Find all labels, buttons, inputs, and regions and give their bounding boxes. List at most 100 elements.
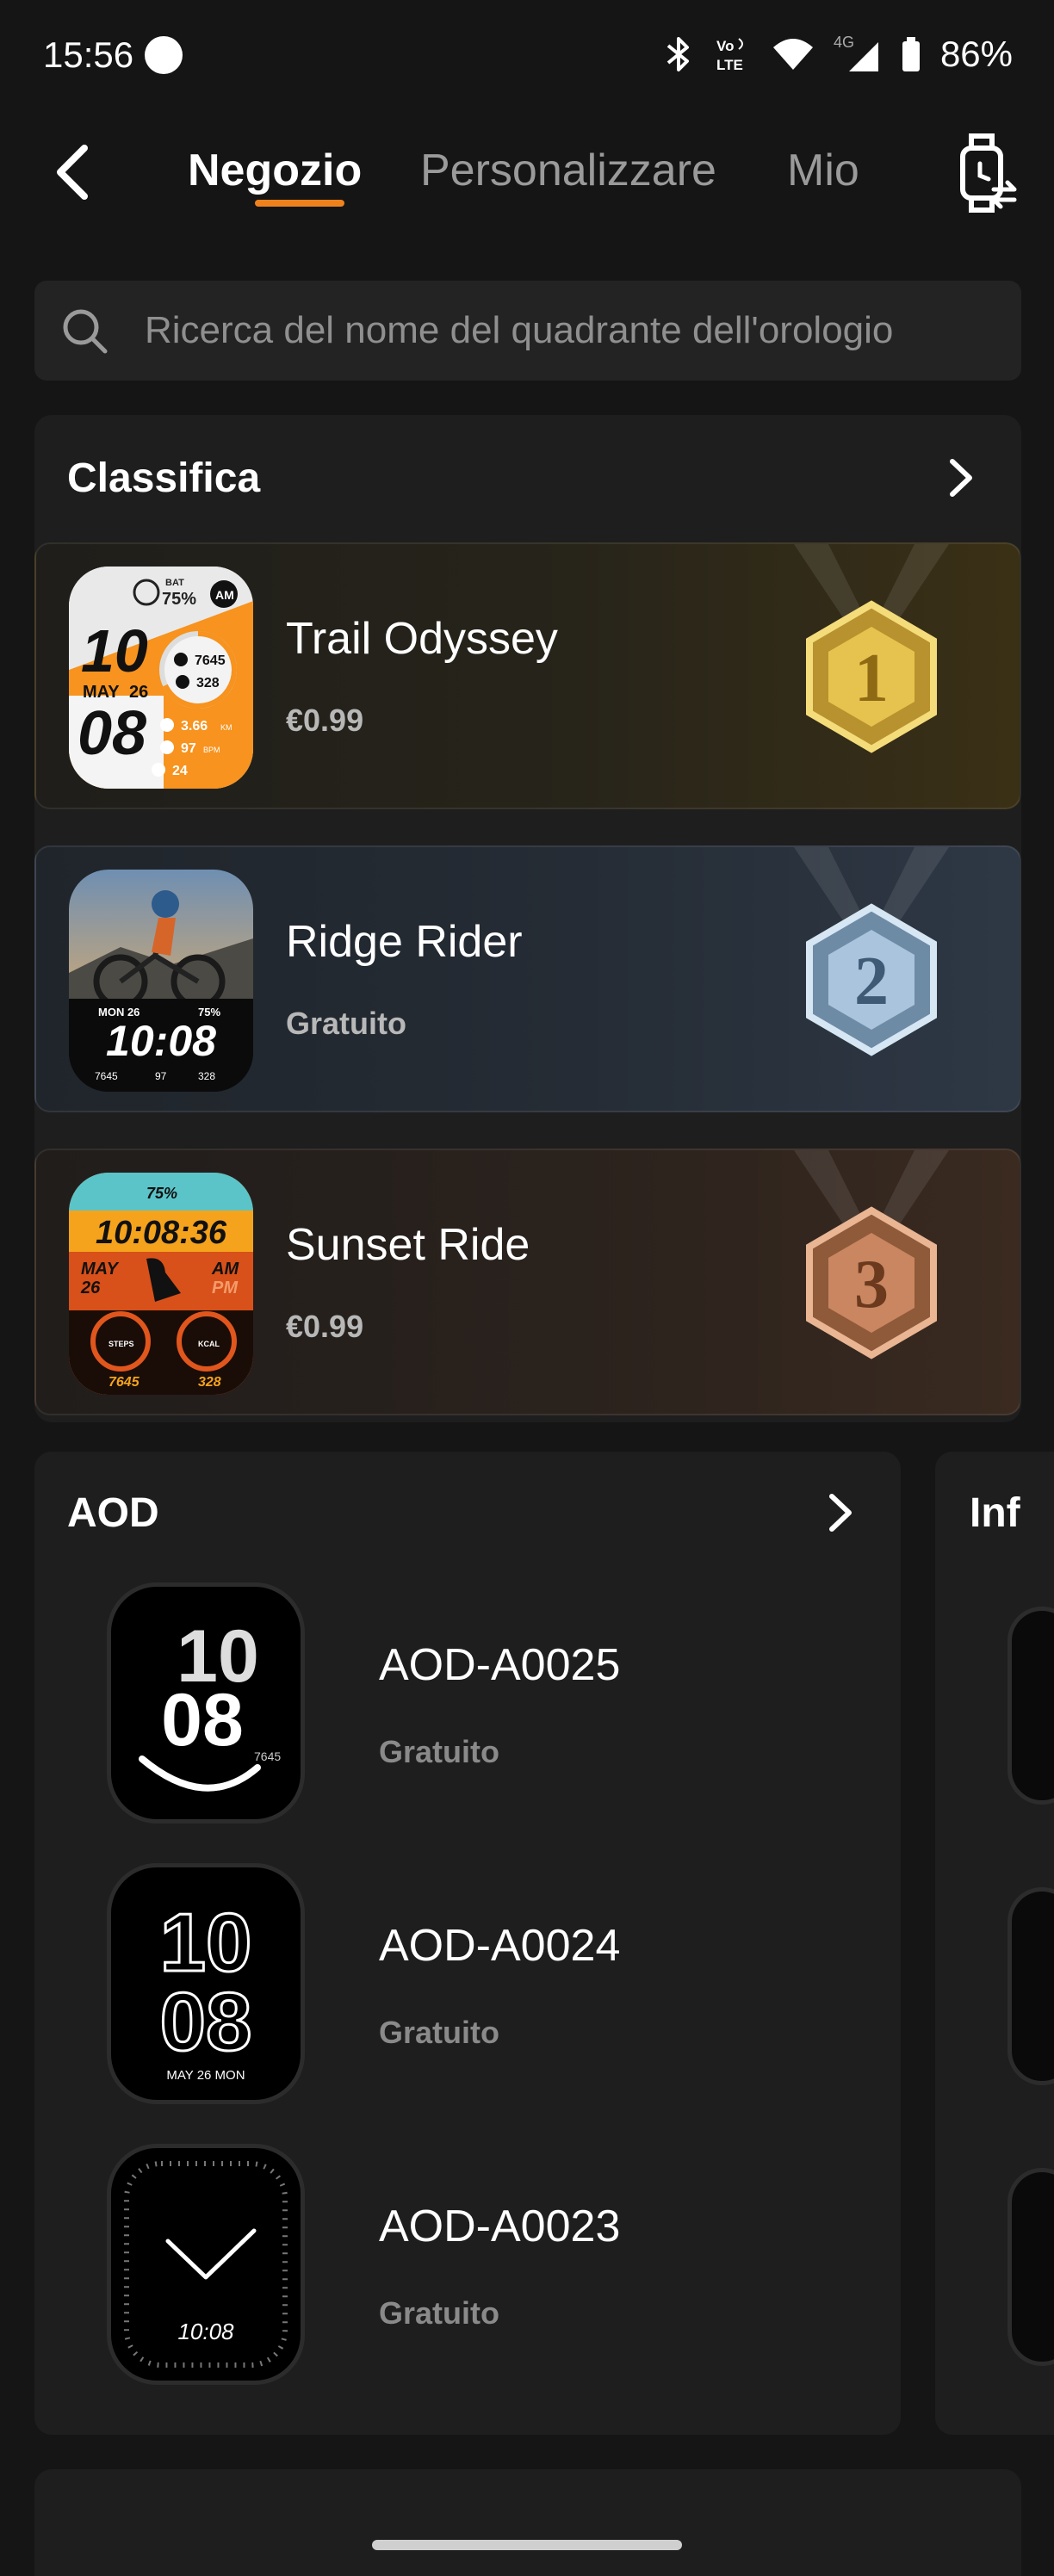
aod-title: AOD bbox=[67, 1490, 159, 1536]
svg-text:7645: 7645 bbox=[108, 1375, 140, 1390]
aod-price: Gratuito bbox=[379, 2295, 499, 2331]
cellular-signal-icon: 4G bbox=[834, 35, 878, 71]
ridge-rider-face: MON 26 75% 10:08 7645 97 328 bbox=[69, 870, 253, 1092]
svg-text:2: 2 bbox=[854, 944, 889, 1019]
bluetooth-icon bbox=[666, 37, 689, 71]
svg-text:7645: 7645 bbox=[254, 1749, 281, 1763]
svg-text:7645: 7645 bbox=[95, 1070, 118, 1082]
svg-text:10:08: 10:08 bbox=[177, 2319, 234, 2344]
trail-odyssey-face: BAT 75% AM 10 MAY 26 08 7645 328 3.66 KM… bbox=[69, 567, 253, 789]
svg-text:328: 328 bbox=[196, 676, 220, 690]
ranking-more-chevron-icon[interactable] bbox=[944, 456, 978, 499]
svg-text:AM: AM bbox=[211, 1260, 239, 1279]
watch-switch-icon[interactable] bbox=[952, 129, 1021, 215]
sunset-ride-face: 75% 10:08:36 MAY 26 AM PM STEPS KCAL 764… bbox=[69, 1173, 253, 1395]
svg-text:AM: AM bbox=[215, 588, 234, 602]
tab-negozio[interactable]: Negozio bbox=[188, 145, 362, 196]
status-icons: Vo LTE 4G 86% bbox=[663, 33, 1013, 76]
top-nav: Negozio Personalizzare Mio bbox=[0, 121, 1054, 232]
svg-text:08: 08 bbox=[161, 1679, 244, 1762]
ranking-item-3[interactable]: 75% 10:08:36 MAY 26 AM PM STEPS KCAL 764… bbox=[34, 1149, 1021, 1415]
ranking-item-1[interactable]: BAT 75% AM 10 MAY 26 08 7645 328 3.66 KM… bbox=[34, 542, 1021, 809]
aod-name: AOD-A0025 bbox=[379, 1640, 621, 1690]
watch-face-price: Gratuito bbox=[286, 1006, 406, 1041]
svg-text:BAT: BAT bbox=[165, 578, 184, 588]
svg-text:3.66: 3.66 bbox=[181, 719, 208, 734]
svg-text:4G: 4G bbox=[834, 35, 854, 51]
aod-name: AOD-A0023 bbox=[379, 2201, 621, 2251]
svg-text:3: 3 bbox=[854, 1247, 889, 1322]
screen: 15:56 Vo LTE 4G 86% Negozio Personalizzar… bbox=[0, 0, 1054, 2576]
svg-text:75%: 75% bbox=[162, 590, 196, 609]
svg-text:KM: KM bbox=[220, 723, 232, 732]
home-indicator[interactable] bbox=[372, 2540, 682, 2550]
aod-face-thumbnail-partial bbox=[1008, 1887, 1054, 2085]
aod-item-2[interactable]: 10 08 MAY 26 MON AOD-A0024 Gratuito bbox=[107, 1863, 882, 2104]
watch-face-price: €0.99 bbox=[286, 1309, 364, 1344]
svg-text:08: 08 bbox=[78, 699, 146, 768]
svg-text:1: 1 bbox=[854, 641, 889, 716]
aod-name: AOD-A0024 bbox=[379, 1921, 621, 1971]
aod-item-3[interactable]: 10:08 AOD-A0023 Gratuito bbox=[107, 2144, 882, 2385]
svg-text:LTE: LTE bbox=[716, 57, 743, 73]
tab-personalizzare[interactable]: Personalizzare bbox=[420, 145, 716, 196]
svg-text:STEPS: STEPS bbox=[108, 1340, 134, 1348]
wifi-icon bbox=[772, 39, 813, 70]
gold-medal-icon: 1 bbox=[794, 544, 949, 753]
aod-face-thumbnail-partial bbox=[1008, 1607, 1054, 1805]
svg-text:10: 10 bbox=[160, 1897, 252, 1989]
svg-text:97: 97 bbox=[155, 1070, 167, 1082]
svg-text:PM: PM bbox=[212, 1279, 239, 1297]
aod-more-chevron-icon[interactable] bbox=[823, 1491, 858, 1534]
status-bar: 15:56 Vo LTE 4G 86% bbox=[0, 0, 1054, 112]
svg-text:24: 24 bbox=[172, 764, 188, 778]
aod-section: AOD 10 08 7645 AOD-A0025 Gratuito 10 08 bbox=[34, 1452, 901, 2435]
search-input[interactable] bbox=[145, 281, 989, 381]
notification-dot-icon bbox=[145, 36, 183, 74]
svg-text:MAY 26 MON: MAY 26 MON bbox=[166, 2068, 245, 2083]
svg-text:10:08: 10:08 bbox=[106, 1017, 216, 1065]
svg-text:MAY: MAY bbox=[81, 1260, 120, 1279]
svg-text:26: 26 bbox=[80, 1279, 101, 1297]
svg-text:BPM: BPM bbox=[203, 746, 220, 754]
bronze-medal-icon: 3 bbox=[794, 1150, 949, 1359]
battery-percentage: 86% bbox=[939, 34, 1013, 74]
svg-text:97: 97 bbox=[181, 741, 196, 756]
svg-text:Vo: Vo bbox=[716, 38, 734, 54]
svg-text:KCAL: KCAL bbox=[198, 1340, 220, 1348]
watch-face-name: Sunset Ride bbox=[286, 1220, 530, 1270]
svg-text:10:08:36: 10:08:36 bbox=[96, 1215, 227, 1251]
status-time: 15:56 bbox=[43, 34, 134, 75]
back-arrow-icon[interactable] bbox=[48, 138, 100, 207]
aod-price: Gratuito bbox=[379, 1734, 499, 1769]
tab-mio[interactable]: Mio bbox=[787, 145, 859, 196]
aod-face-thumbnail: 10 08 7645 bbox=[107, 1582, 305, 1824]
watch-face-name: Ridge Rider bbox=[286, 917, 523, 967]
aod-price: Gratuito bbox=[379, 2015, 499, 2050]
info-section-title: Inf bbox=[970, 1490, 1020, 1536]
ranking-item-2[interactable]: MON 26 75% 10:08 7645 97 328 Ridge Rider… bbox=[34, 845, 1021, 1112]
battery-icon bbox=[902, 37, 920, 71]
silver-medal-icon: 2 bbox=[794, 847, 949, 1056]
svg-text:328: 328 bbox=[198, 1070, 215, 1082]
search-bar[interactable] bbox=[34, 281, 1021, 381]
watch-face-thumbnail: BAT 75% AM 10 MAY 26 08 7645 328 3.66 KM… bbox=[69, 567, 253, 789]
next-section-partial bbox=[34, 2469, 1021, 2576]
svg-text:10: 10 bbox=[81, 617, 148, 684]
watch-face-price: €0.99 bbox=[286, 703, 364, 738]
svg-text:75%: 75% bbox=[146, 1185, 177, 1202]
aod-face-thumbnail-partial bbox=[1008, 2168, 1054, 2366]
svg-text:08: 08 bbox=[160, 1976, 252, 2068]
active-tab-indicator bbox=[255, 200, 344, 207]
svg-text:7645: 7645 bbox=[195, 653, 226, 668]
info-section-partial[interactable]: Inf bbox=[935, 1452, 1054, 2435]
ranking-title: Classifica bbox=[67, 455, 261, 501]
search-icon bbox=[63, 309, 108, 354]
watch-face-thumbnail: 75% 10:08:36 MAY 26 AM PM STEPS KCAL 764… bbox=[69, 1173, 253, 1395]
svg-text:328: 328 bbox=[198, 1375, 221, 1390]
aod-face-thumbnail: 10:08 bbox=[107, 2144, 305, 2385]
aod-item-1[interactable]: 10 08 7645 AOD-A0025 Gratuito bbox=[107, 1582, 882, 1824]
watch-face-name: Trail Odyssey bbox=[286, 614, 558, 664]
aod-face-thumbnail: 10 08 MAY 26 MON bbox=[107, 1863, 305, 2104]
watch-face-thumbnail: MON 26 75% 10:08 7645 97 328 bbox=[69, 870, 253, 1092]
